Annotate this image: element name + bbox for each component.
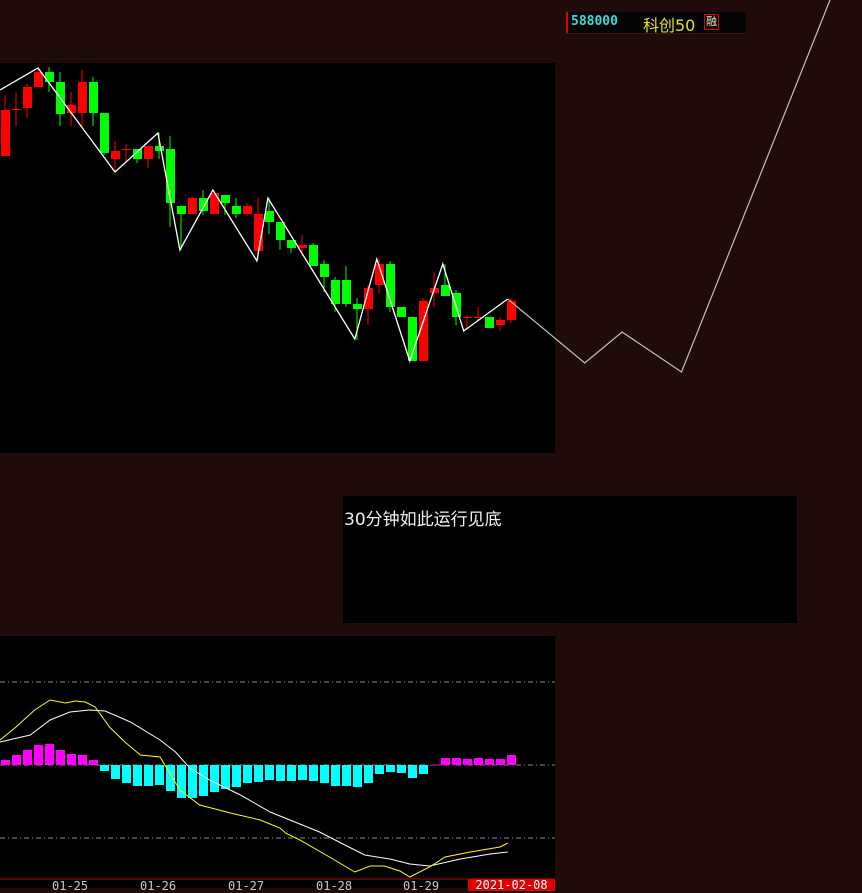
macd-histogram-bar — [463, 759, 472, 765]
macd-histogram-bar — [221, 765, 230, 789]
stock-label[interactable]: 588000 科创50 融 — [566, 12, 746, 35]
candle-up — [496, 320, 505, 325]
macd-histogram-bar — [419, 765, 428, 774]
macd-histogram-bar — [408, 765, 417, 778]
candle-down — [397, 307, 406, 317]
macd-histogram-bar — [430, 764, 440, 766]
macd-histogram-bar — [45, 744, 54, 765]
macd-histogram-bar — [133, 765, 142, 786]
macd-histogram-bar — [342, 765, 351, 786]
candle-down — [100, 113, 109, 153]
date-label: 01-29 — [403, 879, 440, 893]
candle-up — [463, 317, 472, 318]
candle-down — [166, 149, 175, 203]
stock-name: 科创50 — [643, 16, 696, 35]
candle-down — [221, 195, 230, 203]
candle-down — [155, 146, 164, 151]
macd-histogram-bar — [23, 750, 32, 765]
candle-down — [265, 211, 274, 222]
candle-up — [144, 146, 153, 159]
date-label: 01-28 — [316, 879, 353, 893]
stock-code: 588000 — [571, 14, 618, 29]
projection-line — [507, 0, 831, 373]
macd-histogram-bar — [232, 765, 241, 787]
macd-histogram-bar — [122, 765, 131, 783]
macd-histogram-bar — [298, 765, 307, 780]
annotation-text: 30分钟如此运行见底 — [344, 510, 502, 530]
macd-histogram-bar — [78, 755, 87, 765]
macd-histogram-bar — [243, 765, 252, 783]
candle-down — [342, 280, 351, 304]
annotation-box: 30分钟如此运行见底 — [343, 496, 797, 623]
macd-histogram-bar — [67, 754, 76, 765]
macd-histogram-bar — [265, 765, 274, 780]
macd-histogram-bar — [254, 765, 263, 782]
candle-up — [298, 245, 307, 248]
candle-down — [45, 72, 54, 82]
candle-up — [122, 149, 131, 150]
candle-up — [188, 198, 197, 214]
macd-histogram-bar — [364, 765, 373, 783]
macd-histogram-bar — [397, 765, 406, 773]
macd-histogram-bar — [155, 765, 164, 785]
macd-histogram-bar — [507, 755, 516, 765]
price-panel — [0, 63, 555, 453]
candle-up — [507, 301, 516, 320]
macd-histogram-bar — [144, 765, 153, 786]
date-label: 01-27 — [228, 879, 265, 893]
macd-histogram-bar — [452, 758, 461, 765]
macd-histogram-bar — [34, 745, 43, 765]
macd-histogram-bar — [111, 765, 120, 779]
candle-up — [34, 72, 43, 87]
kline-chart — [0, 0, 831, 888]
candle-down — [353, 304, 362, 309]
candle-up — [23, 87, 32, 108]
candle-down — [89, 82, 98, 113]
macd-histogram-bar — [276, 765, 285, 781]
candle-down — [177, 206, 186, 214]
macd-histogram-bar — [386, 765, 395, 772]
macd-histogram-bar — [474, 758, 483, 765]
macd-histogram-bar — [353, 765, 362, 787]
candle-down — [199, 198, 208, 211]
candle-up — [78, 82, 87, 113]
current-date-badge: 2021-02-08 — [468, 879, 555, 891]
candle-down — [331, 280, 340, 304]
macd-histogram-bar — [485, 759, 494, 765]
date-label: 01-25 — [52, 879, 89, 893]
date-label: 01-26 — [140, 879, 177, 893]
candle-up — [210, 193, 219, 214]
candle-down — [320, 264, 329, 277]
macd-histogram-bar — [287, 765, 296, 781]
macd-histogram-bar — [331, 765, 340, 786]
candle-up — [111, 151, 120, 159]
macd-histogram-bar — [100, 765, 109, 771]
candle-down — [485, 317, 494, 328]
macd-histogram-bar — [210, 765, 219, 792]
macd-histogram-bar — [56, 750, 65, 765]
candle-down — [232, 206, 241, 214]
candle-down — [441, 285, 450, 296]
macd-histogram-bar — [89, 760, 98, 765]
macd-histogram-bar — [375, 765, 384, 774]
candle-down — [309, 245, 318, 266]
macd-histogram-bar — [441, 758, 450, 765]
macd-histogram-bar — [199, 765, 208, 796]
candle-up — [1, 110, 10, 156]
margin-trading-badge: 融 — [704, 14, 719, 30]
macd-histogram-bar — [1, 760, 10, 765]
stock-label-marker — [566, 12, 568, 33]
macd-histogram-bar — [12, 755, 21, 765]
macd-histogram-bar — [320, 765, 329, 783]
candle-up — [12, 109, 21, 110]
macd-histogram-bar — [309, 765, 318, 781]
candle-up — [243, 206, 252, 214]
macd-histogram-bar — [496, 759, 505, 765]
